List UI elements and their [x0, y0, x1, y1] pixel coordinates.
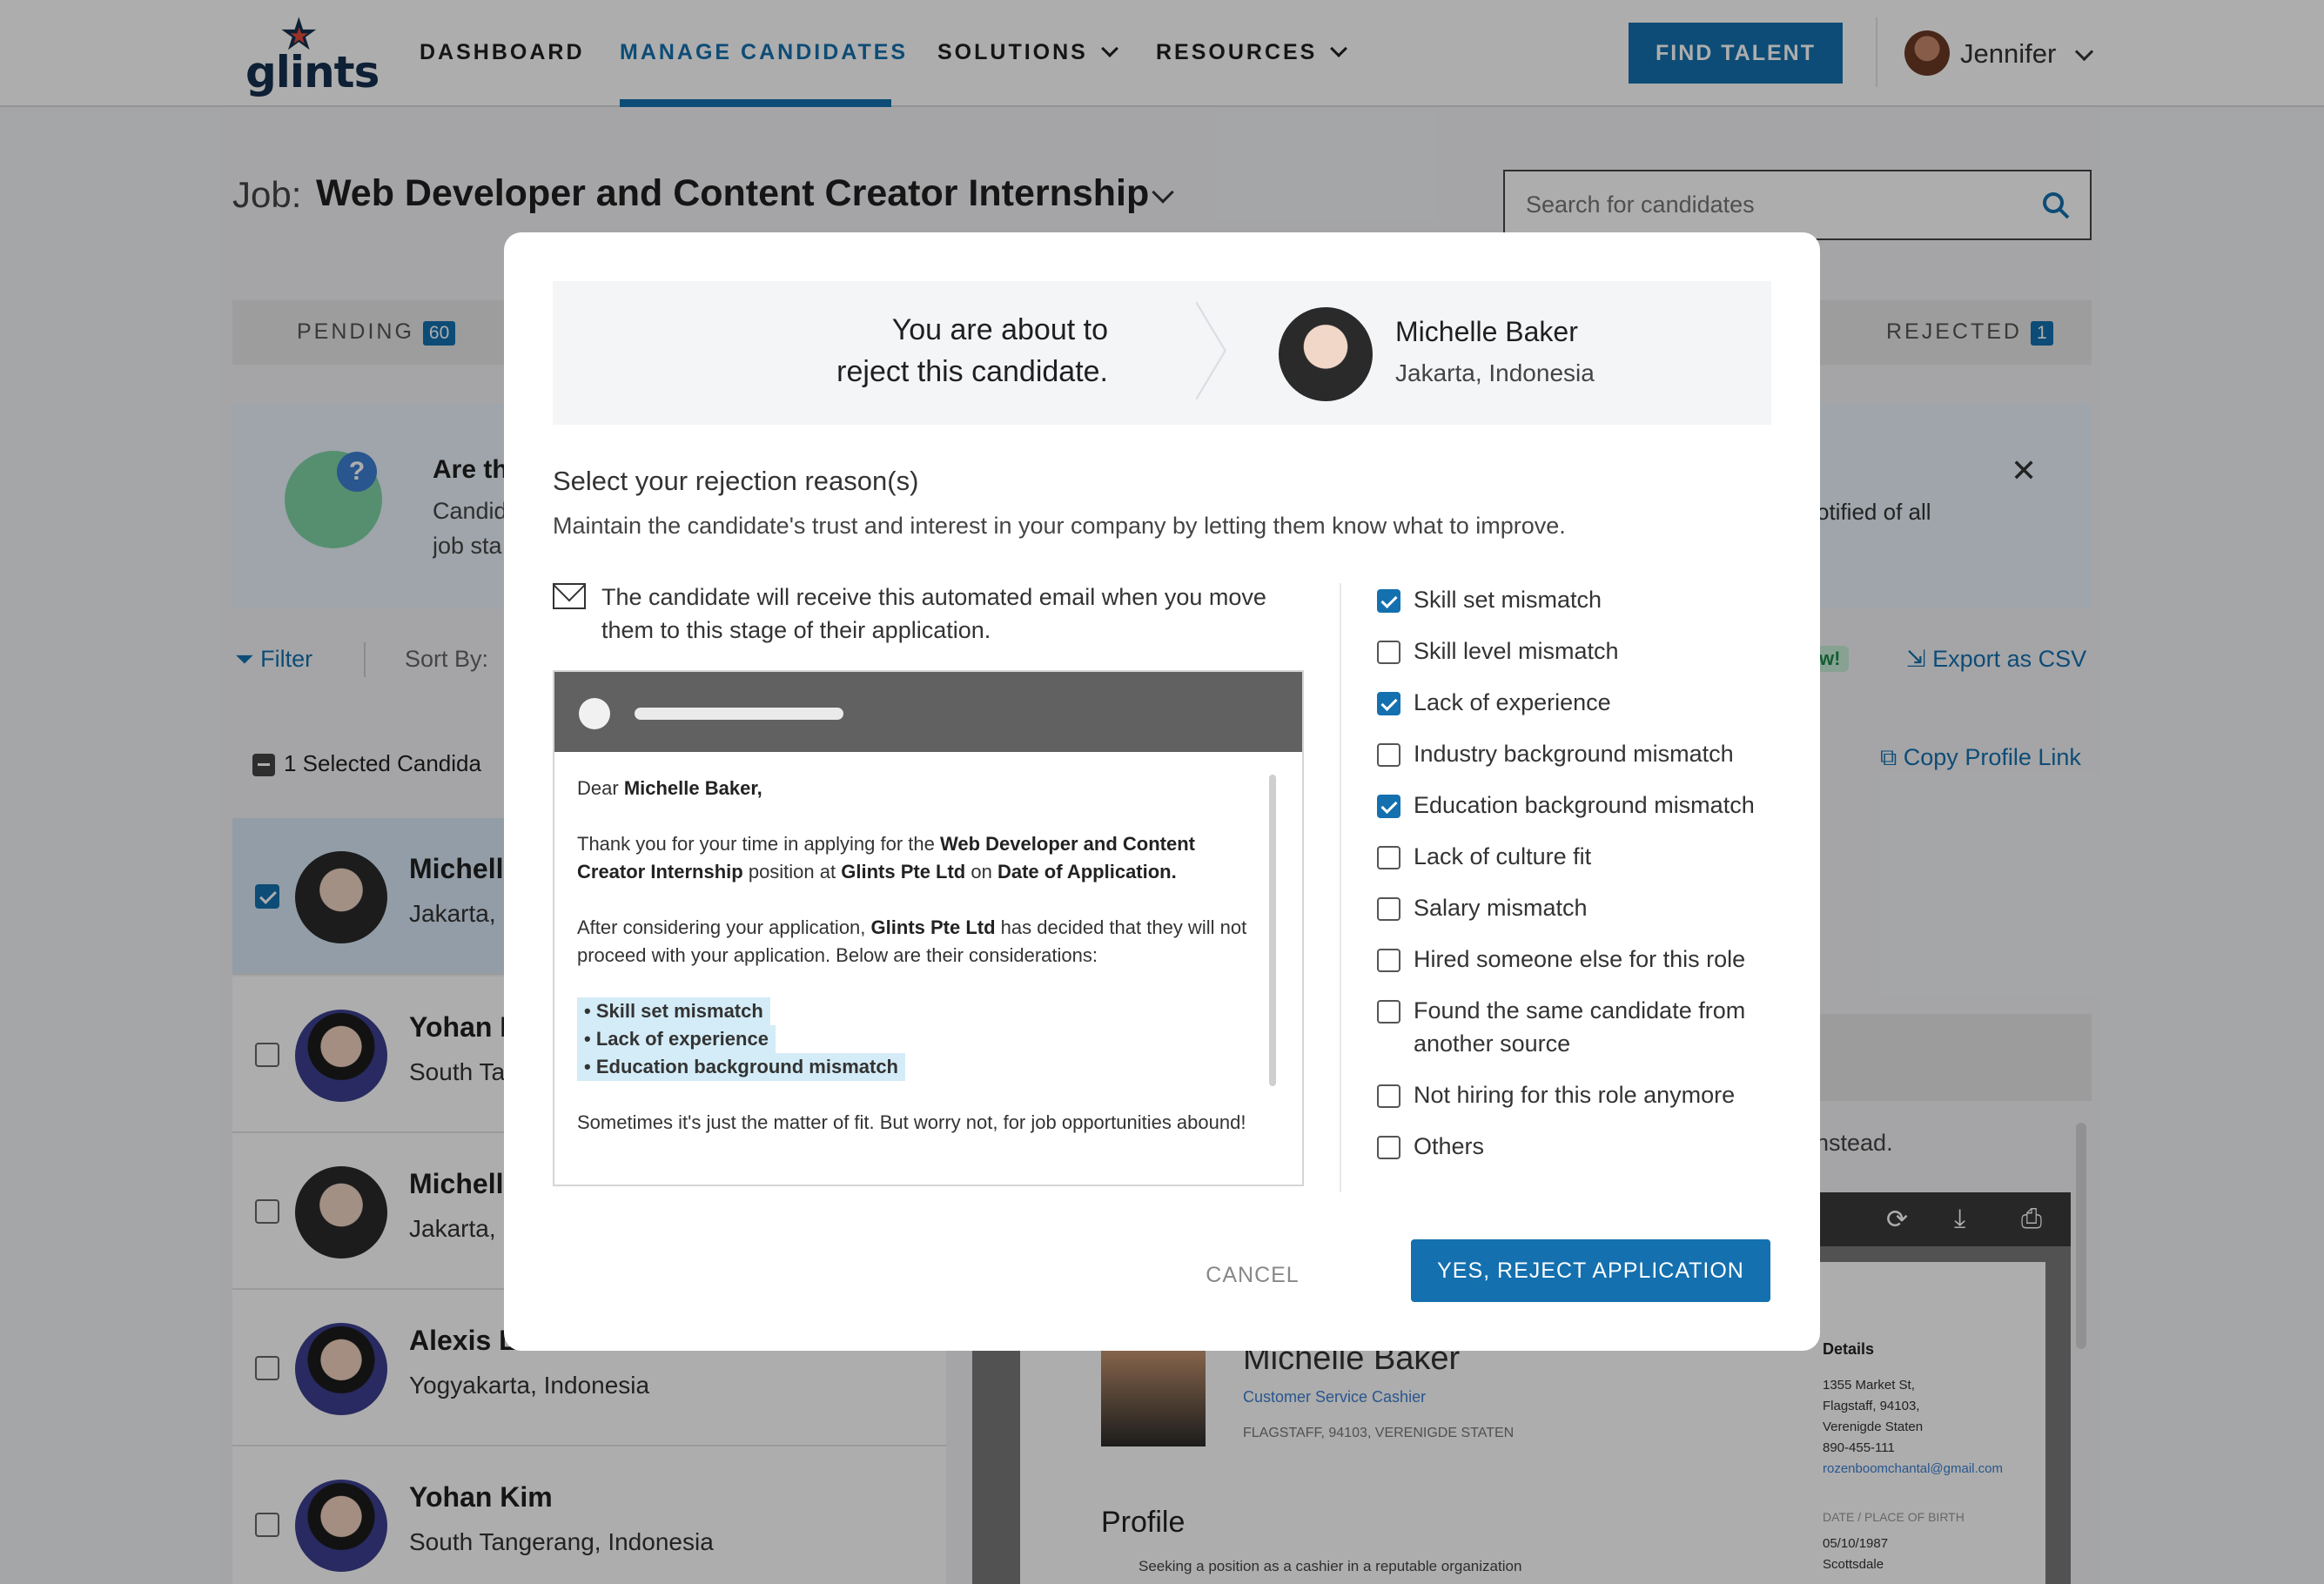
reason-label: Found the same candidate from another so…	[1414, 997, 1746, 1057]
reject-application-button[interactable]: YES, REJECT APPLICATION	[1411, 1239, 1770, 1302]
email-preview-avatar	[579, 698, 610, 729]
modal-header-text: You are about to reject this candidate.	[553, 309, 1108, 393]
reason-found-from-another-source[interactable]: Found the same candidate from another so…	[1377, 994, 1777, 1060]
modal-candidate-name: Michelle Baker	[1395, 316, 1578, 347]
email-paragraph: After considering your application, Glin…	[577, 914, 1256, 970]
cancel-button[interactable]: CANCEL	[1200, 1258, 1305, 1292]
email-text: position at	[748, 861, 836, 883]
reason-lack-of-culture-fit[interactable]: Lack of culture fit	[1377, 840, 1777, 873]
email-considerations: • Skill set mismatch • Lack of experienc…	[577, 997, 1256, 1081]
reason-hired-someone-else[interactable]: Hired someone else for this role	[1377, 943, 1777, 976]
reason-label: Lack of culture fit	[1414, 843, 1592, 869]
reason-education-background-mismatch[interactable]: Education background mismatch	[1377, 789, 1777, 822]
rejection-reason-title: Select your rejection reason(s)	[553, 466, 919, 496]
email-greeting-name: Michelle Baker,	[623, 777, 762, 799]
reason-label: Education background mismatch	[1414, 792, 1755, 818]
email-consideration: • Lack of experience	[577, 1025, 776, 1053]
reason-label: Skill set mismatch	[1414, 587, 1602, 613]
avatar	[1279, 307, 1373, 401]
email-greeting-prefix: Dear	[577, 777, 619, 799]
email-consideration-text: Skill set mismatch	[595, 1000, 763, 1022]
reason-checkbox[interactable]	[1377, 1136, 1400, 1159]
email-company: Glints Pte Ltd	[870, 916, 996, 938]
reason-checkbox[interactable]	[1377, 641, 1400, 664]
reason-checkbox[interactable]	[1377, 949, 1400, 972]
reason-label: Industry background mismatch	[1414, 741, 1734, 767]
reason-checkbox[interactable]	[1377, 1000, 1400, 1024]
email-text: Thank you for your time in applying for …	[577, 833, 935, 855]
email-note: The candidate will receive this automate…	[601, 584, 1266, 643]
reason-checkbox[interactable]	[1377, 846, 1400, 869]
reason-salary-mismatch[interactable]: Salary mismatch	[1377, 891, 1777, 924]
reason-label: Salary mismatch	[1414, 895, 1588, 921]
reason-industry-background-mismatch[interactable]: Industry background mismatch	[1377, 737, 1777, 770]
email-consideration-text: Education background mismatch	[595, 1056, 898, 1077]
reason-not-hiring-anymore[interactable]: Not hiring for this role anymore	[1377, 1078, 1777, 1111]
email-text: on	[971, 861, 992, 883]
reason-checkbox[interactable]	[1377, 692, 1400, 715]
email-paragraph: Thank you for your time in applying for …	[577, 830, 1256, 886]
reason-label: Skill level mismatch	[1414, 638, 1619, 664]
email-text: After considering your application,	[577, 916, 866, 938]
modal-candidate-location: Jakarta, Indonesia	[1395, 359, 1595, 386]
reason-others[interactable]: Others	[1377, 1130, 1777, 1163]
email-consideration: • Skill set mismatch	[577, 997, 770, 1025]
reason-checkbox[interactable]	[1377, 743, 1400, 767]
email-consideration: • Education background mismatch	[577, 1053, 905, 1081]
reason-checkbox[interactable]	[1377, 897, 1400, 921]
email-preview-scrollbar[interactable]	[1269, 775, 1276, 1086]
email-paragraph: Sometimes it's just the matter of fit. B…	[577, 1111, 1246, 1133]
email-preview-title-placeholder	[635, 708, 843, 720]
reason-checkbox[interactable]	[1377, 589, 1400, 613]
email-preview-body: Dear Michelle Baker, Thank you for your …	[577, 775, 1256, 1165]
modal-header-line: You are about to	[891, 313, 1108, 346]
reject-candidate-modal: You are about to reject this candidate. …	[504, 232, 1820, 1351]
email-preview: Dear Michelle Baker, Thank you for your …	[553, 670, 1304, 1186]
email-date: Date of Application.	[997, 861, 1177, 883]
reason-label: Not hiring for this role anymore	[1414, 1082, 1736, 1108]
modal-divider	[1340, 583, 1341, 1192]
mail-icon	[553, 583, 586, 609]
reason-checkbox[interactable]	[1377, 1084, 1400, 1108]
modal-header-line: reject this candidate.	[836, 355, 1108, 388]
email-company: Glints Pte Ltd	[841, 861, 966, 883]
reason-label: Lack of experience	[1414, 689, 1611, 715]
modal-header: You are about to reject this candidate. …	[553, 281, 1771, 425]
reason-label: Hired someone else for this role	[1414, 946, 1746, 972]
reason-skill-set-mismatch[interactable]: Skill set mismatch	[1377, 583, 1777, 616]
email-consideration-text: Lack of experience	[595, 1028, 769, 1050]
reason-label: Others	[1414, 1133, 1485, 1159]
email-preview-header	[554, 672, 1302, 752]
rejection-reasons-list: Skill set mismatch Skill level mismatch …	[1377, 583, 1777, 1181]
chevron-right-icon	[1167, 301, 1226, 400]
email-greeting: Dear Michelle Baker,	[577, 775, 1256, 802]
reason-checkbox[interactable]	[1377, 795, 1400, 818]
rejection-reason-subtitle: Maintain the candidate's trust and inter…	[553, 513, 1566, 539]
reason-lack-of-experience[interactable]: Lack of experience	[1377, 686, 1777, 719]
reason-skill-level-mismatch[interactable]: Skill level mismatch	[1377, 634, 1777, 668]
